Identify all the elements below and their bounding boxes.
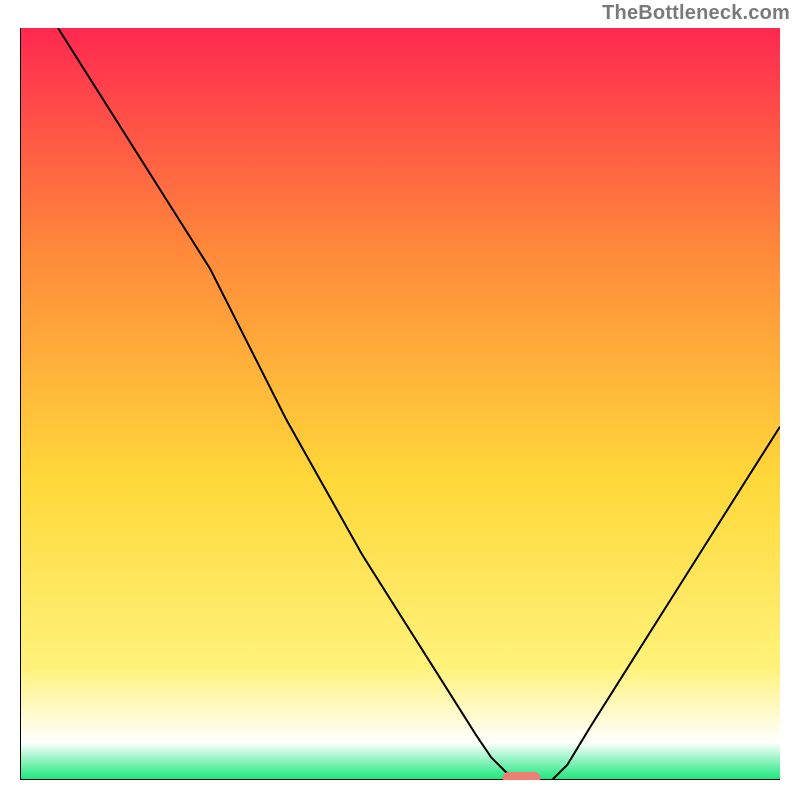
chart-svg bbox=[20, 28, 780, 780]
optimal-marker-pill bbox=[503, 772, 541, 780]
bottleneck-chart bbox=[20, 28, 780, 780]
watermark-text: TheBottleneck.com bbox=[602, 2, 790, 25]
chart-background-gradient bbox=[20, 28, 780, 780]
